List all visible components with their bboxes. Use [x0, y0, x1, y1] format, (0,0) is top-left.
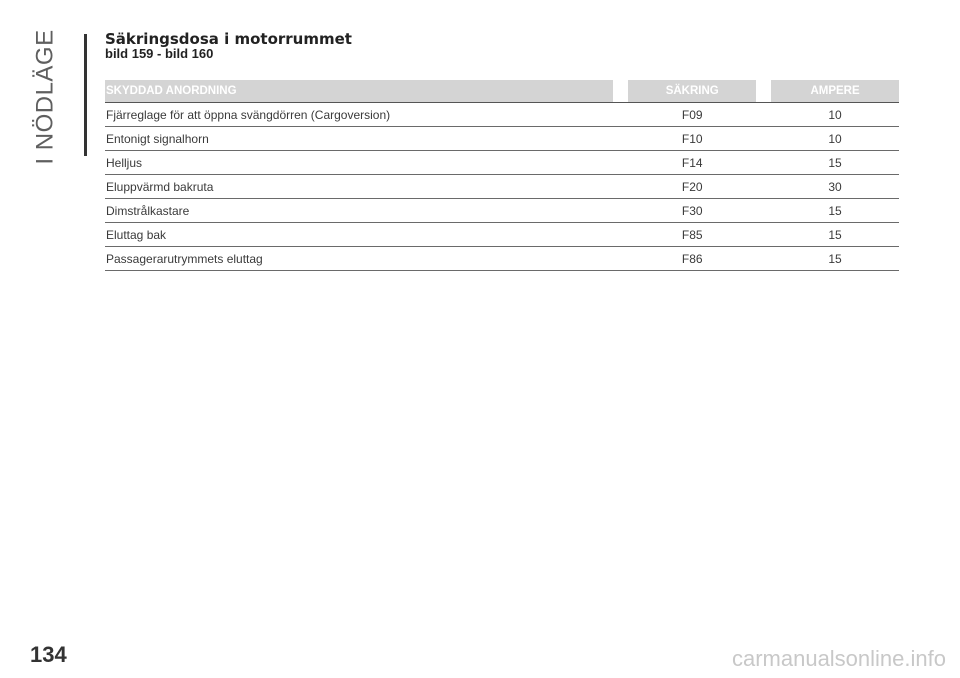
cell-gap	[756, 150, 772, 175]
cell-gap	[756, 222, 772, 247]
cell-device: Dimstrålkastare	[105, 198, 614, 223]
cell-fuse: F10	[628, 126, 757, 151]
cell-gap	[756, 246, 772, 271]
cell-gap	[613, 150, 629, 175]
header-gap	[756, 80, 772, 103]
cell-ampere: 10	[771, 102, 899, 127]
cell-device: Eluppvärmd bakruta	[105, 174, 614, 199]
watermark: carmanualsonline.info	[731, 646, 946, 671]
cell-fuse: F20	[628, 174, 757, 199]
header-device: SKYDDAD ANORDNING	[105, 80, 614, 103]
table-row: Eluttag bak F85 15	[105, 222, 899, 247]
cell-ampere: 15	[771, 150, 899, 175]
fuse-table: SKYDDAD ANORDNING SÄKRING AMPERE Fjärreg…	[105, 80, 899, 271]
cell-gap	[613, 246, 629, 271]
section-label: I NÖDLÄGE	[20, 29, 72, 165]
table-header-row: SKYDDAD ANORDNING SÄKRING AMPERE	[105, 80, 899, 103]
cell-gap	[613, 198, 629, 223]
table-row: Fjärreglage för att öppna svängdörren (C…	[105, 102, 899, 127]
cell-fuse: F85	[628, 222, 757, 247]
cell-gap	[613, 222, 629, 247]
table-row: Eluppvärmd bakruta F20 30	[105, 174, 899, 199]
cell-gap	[613, 102, 629, 127]
cell-gap	[613, 126, 629, 151]
header-ampere: AMPERE	[771, 80, 899, 103]
cell-ampere: 15	[771, 198, 899, 223]
cell-gap	[756, 198, 772, 223]
section-divider	[84, 34, 87, 156]
cell-device: Entonigt signalhorn	[105, 126, 614, 151]
table-row: Entonigt signalhorn F10 10	[105, 126, 899, 151]
header-gap	[613, 80, 629, 103]
cell-ampere: 30	[771, 174, 899, 199]
section-label-text: I NÖDLÄGE	[32, 29, 60, 165]
page-number: 134	[30, 642, 67, 667]
figure-reference: bild 159 - bild 160	[105, 46, 214, 61]
cell-ampere: 15	[771, 222, 899, 247]
cell-fuse: F09	[628, 102, 757, 127]
cell-gap	[613, 174, 629, 199]
header-fuse: SÄKRING	[628, 80, 757, 103]
cell-gap	[756, 174, 772, 199]
cell-fuse: F86	[628, 246, 757, 271]
table-row: Dimstrålkastare F30 15	[105, 198, 899, 223]
cell-gap	[756, 102, 772, 127]
cell-fuse: F14	[628, 150, 757, 175]
table-row: Helljus F14 15	[105, 150, 899, 175]
cell-ampere: 10	[771, 126, 899, 151]
cell-gap	[756, 126, 772, 151]
cell-fuse: F30	[628, 198, 757, 223]
cell-device: Passagerarutrymmets eluttag	[105, 246, 614, 271]
cell-device: Eluttag bak	[105, 222, 614, 247]
table-row: Passagerarutrymmets eluttag F86 15	[105, 246, 899, 271]
cell-device: Helljus	[105, 150, 614, 175]
cell-ampere: 15	[771, 246, 899, 271]
cell-device: Fjärreglage för att öppna svängdörren (C…	[105, 102, 614, 127]
